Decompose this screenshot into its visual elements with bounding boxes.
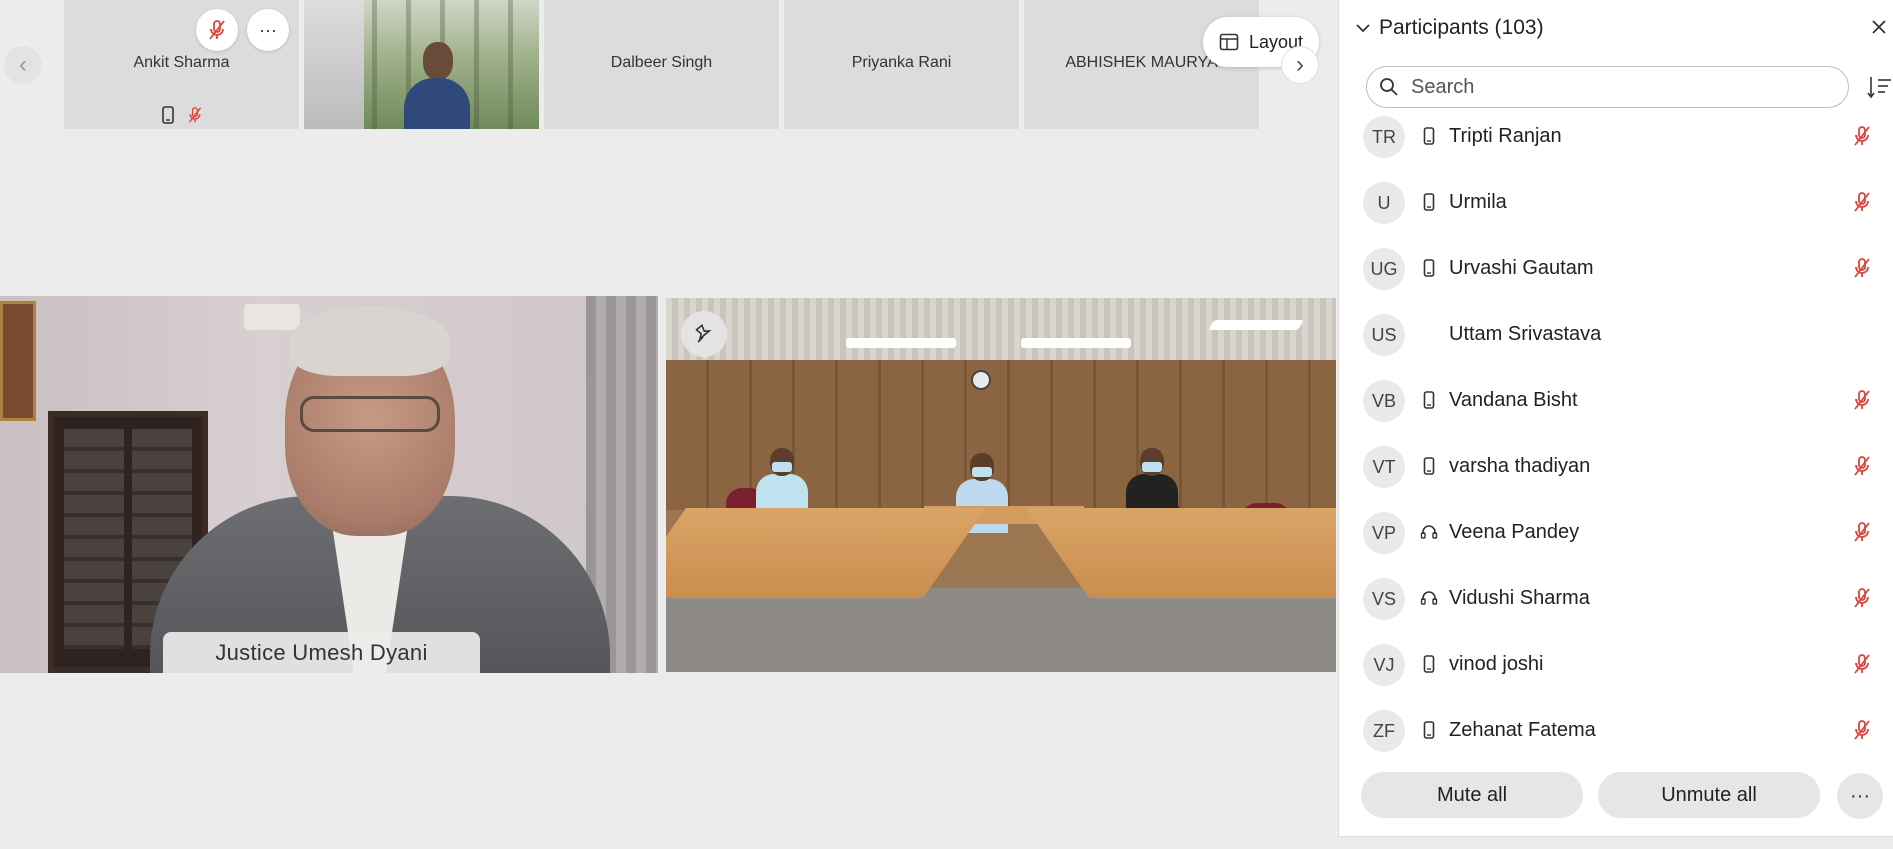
phone-icon (1419, 389, 1439, 411)
mic-off-icon[interactable] (1851, 389, 1873, 411)
mic-off-icon[interactable] (1851, 257, 1873, 279)
participant-search[interactable] (1366, 66, 1849, 108)
speaker-video-tile[interactable]: Justice Umesh Dyani (0, 296, 658, 673)
thumbnail-name: Priyanka Rani (851, 54, 952, 71)
strip-prev-button[interactable]: ‹ (4, 46, 42, 84)
phone-icon (161, 106, 174, 124)
participant-name: Vandana Bisht (1449, 389, 1578, 411)
participant-row[interactable]: VJ vinod joshi (1339, 632, 1893, 698)
participants-panel: Participants (103) TR Tripti Ranjan (1338, 0, 1893, 836)
phone-icon (1419, 455, 1439, 477)
phone-icon (1419, 719, 1439, 741)
participant-name: Vidushi Sharma (1449, 587, 1590, 609)
pin-icon (695, 323, 712, 343)
participant-name: Veena Pandey (1449, 521, 1580, 543)
headset-icon (1419, 521, 1439, 543)
close-panel-button[interactable] (1866, 14, 1892, 40)
thumbnail-name: Ankit Sharma (133, 54, 230, 71)
participant-row[interactable]: TR Tripti Ranjan (1339, 104, 1893, 170)
thumbnail-ankit-sharma[interactable]: ··· Ankit Sharma (64, 0, 299, 129)
clock-icon (971, 370, 991, 390)
participant-row[interactable]: ZF Zehanat Fatema (1339, 698, 1893, 756)
mic-off-icon[interactable] (1851, 125, 1873, 147)
participant-name: varsha thadiyan (1449, 455, 1591, 477)
thumbnail-video-participant[interactable] (304, 0, 539, 129)
mic-off-icon[interactable] (1851, 653, 1873, 675)
more-icon: ··· (259, 19, 277, 40)
participant-row[interactable]: VT varsha thadiyan (1339, 434, 1893, 500)
chevron-right-icon: › (1296, 51, 1304, 78)
participant-name: Uttam Srivastava (1449, 323, 1602, 345)
collapse-button[interactable] (1351, 16, 1375, 40)
search-icon (1367, 77, 1411, 97)
speaker-figure (150, 296, 610, 673)
phone-icon (1419, 125, 1439, 147)
pin-button[interactable] (681, 311, 727, 357)
chevron-down-icon (1356, 24, 1370, 33)
participants-title: Participants (103) (1379, 16, 1544, 39)
participant-row[interactable]: UG Urvashi Gautam (1339, 236, 1893, 302)
thumbnail-dalbeer-singh[interactable]: Dalbeer Singh (544, 0, 779, 129)
mic-off-icon (188, 107, 201, 123)
mic-off-icon[interactable] (1851, 455, 1873, 477)
phone-icon (1419, 191, 1439, 213)
thumbnail-mute-button[interactable] (196, 9, 238, 51)
mute-all-button[interactable]: Mute all (1361, 772, 1583, 818)
phone-icon (1419, 257, 1439, 279)
unmute-all-button[interactable]: Unmute all (1598, 772, 1820, 818)
avatar: TR (1363, 116, 1405, 158)
participant-name: vinod joshi (1449, 653, 1544, 675)
avatar: ZF (1363, 710, 1405, 752)
room-video-tile[interactable] (666, 298, 1336, 672)
mic-off-icon[interactable] (1851, 719, 1873, 741)
thumbnail-priyanka-rani[interactable]: Priyanka Rani (784, 0, 1019, 129)
phone-icon (1419, 653, 1439, 675)
chevron-left-icon: ‹ (19, 51, 27, 78)
mic-off-icon[interactable] (1851, 521, 1873, 543)
participant-row[interactable]: VP Veena Pandey (1339, 500, 1893, 566)
avatar: UG (1363, 248, 1405, 290)
participant-name: Tripti Ranjan (1449, 125, 1562, 147)
close-icon (1872, 20, 1886, 34)
avatar: VP (1363, 512, 1405, 554)
strip-next-button[interactable]: › (1281, 46, 1319, 84)
participant-row[interactable]: VS Vidushi Sharma (1339, 566, 1893, 632)
thumbnail-more-button[interactable]: ··· (247, 9, 289, 51)
participant-row[interactable]: U Urmila (1339, 170, 1893, 236)
participant-row[interactable]: US Uttam Srivastava (1339, 302, 1893, 368)
participant-name: Urvashi Gautam (1449, 257, 1594, 279)
participant-name: Urmila (1449, 191, 1507, 213)
sort-icon[interactable] (1867, 74, 1893, 100)
thumbnail-name: Dalbeer Singh (610, 54, 713, 71)
participant-video-figure (404, 42, 470, 129)
participant-row[interactable]: VB Vandana Bisht (1339, 368, 1893, 434)
avatar: VS (1363, 578, 1405, 620)
avatar: VB (1363, 380, 1405, 422)
participants-more-button[interactable]: ··· (1837, 773, 1883, 819)
mic-off-icon (209, 20, 225, 40)
participants-header: Participants (103) (1339, 10, 1893, 46)
avatar: VT (1363, 446, 1405, 488)
headset-icon (1419, 587, 1439, 609)
mic-off-icon[interactable] (1851, 191, 1873, 213)
participant-name: Zehanat Fatema (1449, 719, 1596, 741)
layout-icon (1219, 33, 1239, 51)
search-input[interactable] (1411, 75, 1831, 99)
mic-off-icon[interactable] (1851, 587, 1873, 609)
avatar: US (1363, 314, 1405, 356)
participant-list[interactable]: TR Tripti Ranjan U Urmila UG Urvashi Gau… (1339, 104, 1893, 756)
avatar: VJ (1363, 644, 1405, 686)
speaker-name-label: Justice Umesh Dyani (163, 632, 480, 673)
avatar: U (1363, 182, 1405, 224)
more-icon: ··· (1850, 784, 1870, 807)
